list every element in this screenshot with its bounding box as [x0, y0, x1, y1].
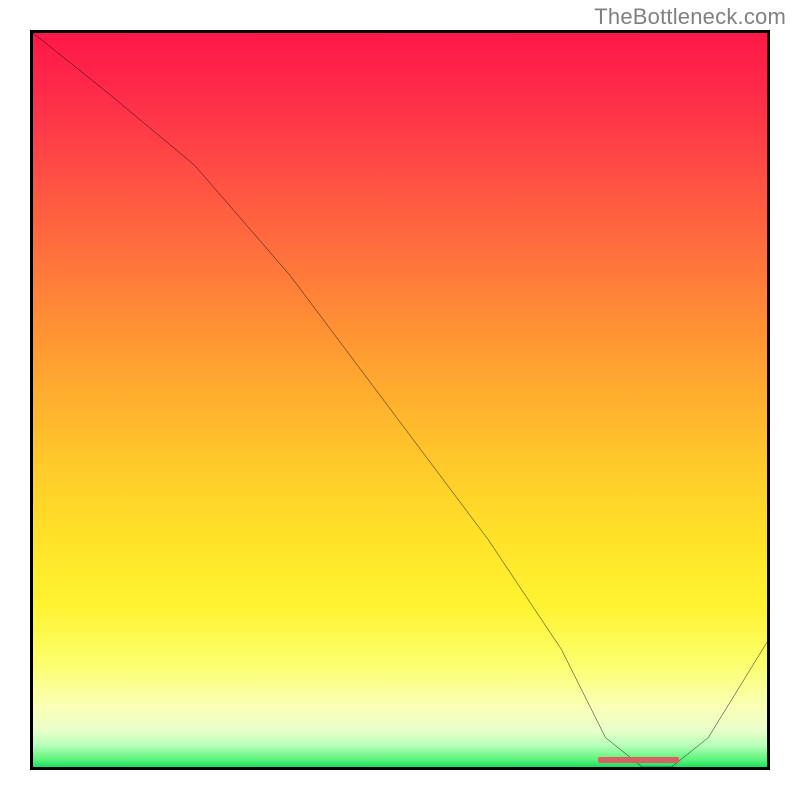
floor-marker — [598, 757, 679, 763]
plot-area — [30, 30, 770, 770]
line-chart-svg — [33, 33, 767, 767]
chart-line — [33, 33, 767, 767]
watermark-text: TheBottleneck.com — [594, 4, 786, 30]
